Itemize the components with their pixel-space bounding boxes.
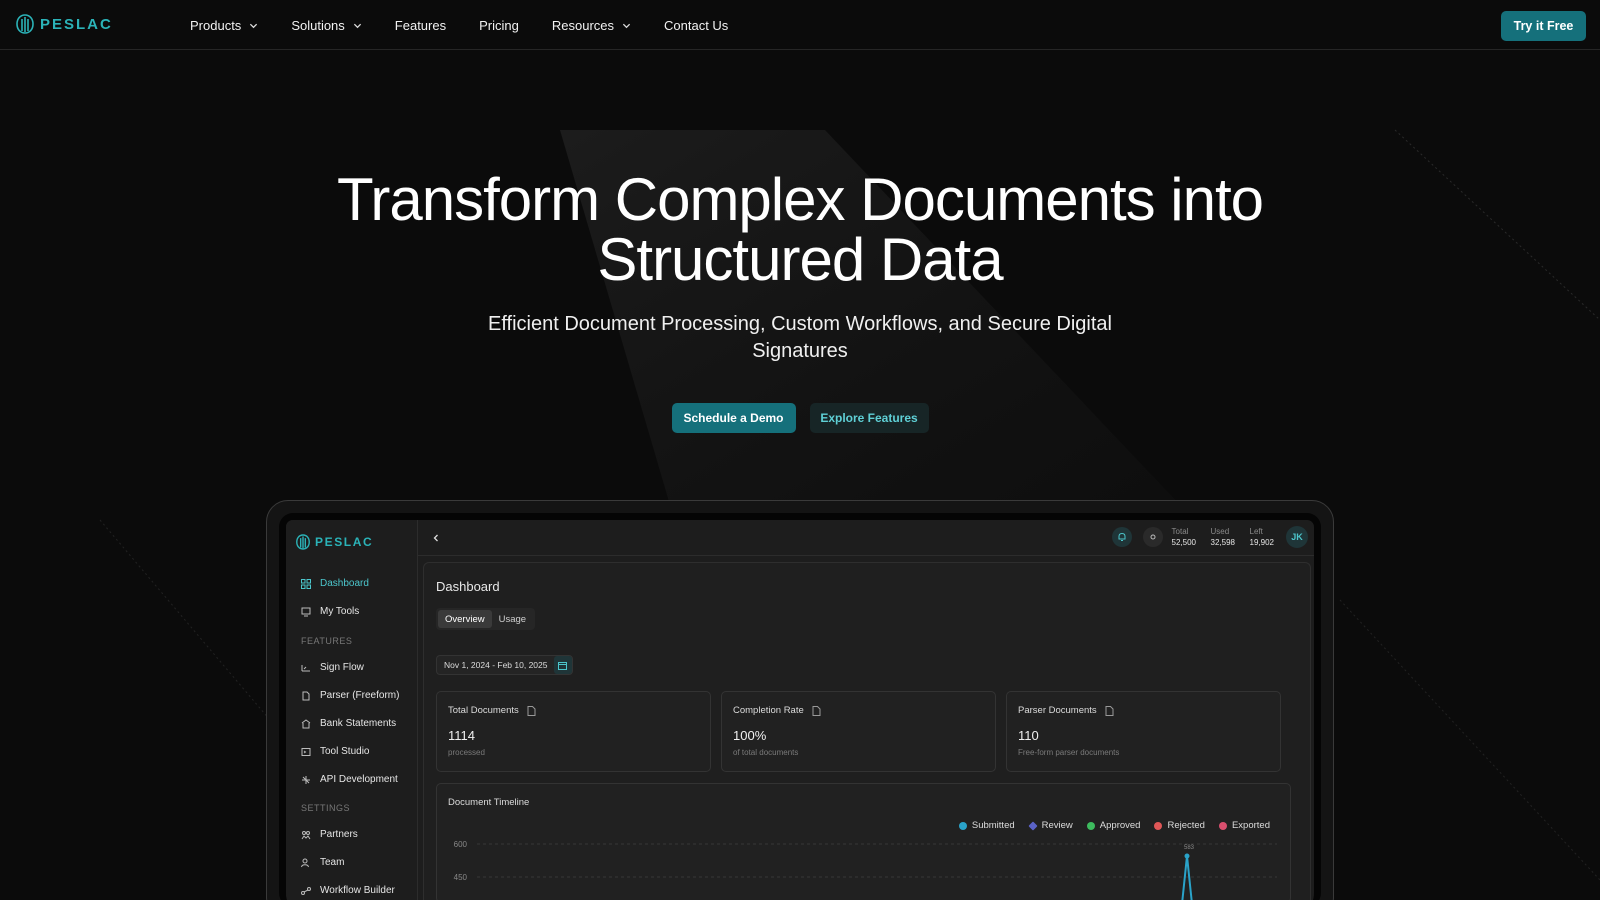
app-brand-name: PESLAC [315,535,374,549]
timeline-legend: Submitted Review Approved Rejected Expor… [958,820,1270,831]
stat-caption: processed [448,748,485,757]
brand-name: PESLAC [40,15,113,33]
sign-icon [301,664,310,671]
hero-title-line-1: Transform Complex Documents into [336,166,1264,233]
submitted-series-line [1181,855,1193,900]
nav-resources[interactable]: Resources [552,18,631,33]
nav-links: Products Solutions Features Pricing Reso… [190,0,761,50]
tab-usage[interactable]: Usage [492,610,533,628]
nav-pricing[interactable]: Pricing [479,18,519,33]
nav-products[interactable]: Products [190,18,258,33]
document-icon [527,705,536,716]
dashboard-icon [301,578,311,589]
stat-card-completion-rate: Completion Rate 100% of total documents [721,691,996,772]
stat-value: 110 [1018,728,1039,743]
chevron-left-icon [433,534,438,542]
nav-contact[interactable]: Contact Us [664,18,728,33]
partners-icon [301,830,311,839]
document-timeline-card: Document Timeline Submitted Review Appro… [436,783,1291,900]
peslac-logo-icon [296,534,310,550]
bank-icon [301,718,311,728]
stat-value: 100% [733,728,767,743]
page-title: Dashboard [436,579,500,594]
chevron-down-icon [353,23,361,28]
peak-point [1184,853,1190,859]
legend-rejected[interactable]: Rejected [1154,820,1205,831]
document-icon [812,705,821,716]
nav-features[interactable]: Features [395,18,446,33]
date-range-picker[interactable]: Nov 1, 2024 - Feb 10, 2025 [436,655,573,675]
sidebar-item-workflow-builder[interactable]: Workflow Builder [301,885,395,896]
quota-used: Used 32,598 [1210,527,1235,547]
api-icon [302,775,310,784]
app-sidebar: PESLAC Dashboard My Tools FEATURES Sign … [286,520,418,900]
app-topbar: Total 52,500 Used 32,598 Left 19,902 JK [418,520,1314,556]
top-nav: PESLAC Products Solutions Features Prici… [0,0,1600,50]
sidebar-item-team[interactable]: Team [301,857,344,868]
hero-subtitle: Efficient Document Processing, Custom Wo… [488,313,1112,362]
bell-icon [1118,532,1126,541]
legend-swatch [1154,821,1163,830]
chevron-down-icon [250,23,258,28]
notifications-button[interactable] [1112,527,1132,547]
stat-card-parser-documents: Parser Documents 110 Free-form parser do… [1006,691,1281,772]
sidebar-section-features: FEATURES [301,636,353,646]
stat-caption: of total documents [733,748,799,757]
document-icon [1105,705,1114,716]
avatar[interactable]: JK [1286,526,1308,548]
workflow-icon [301,886,311,895]
calendar-icon [553,656,572,674]
try-free-button[interactable]: Try it Free [1501,11,1586,41]
stat-caption: Free-form parser documents [1018,748,1120,757]
dashboard-panel: Dashboard Overview Usage Nov 1, 2024 - F… [423,562,1311,900]
team-icon [301,858,309,867]
sidebar-item-bank-statements[interactable]: Bank Statements [301,718,396,729]
hero-cta-row: Schedule a Demo Explore Features [0,403,1600,433]
dashboard-preview-frame: PESLAC Dashboard My Tools FEATURES Sign … [266,500,1334,900]
collapse-sidebar-button[interactable] [430,532,442,544]
tools-icon [301,607,311,616]
brand-logo[interactable]: PESLAC [16,14,113,34]
quota-left: Left 19,902 [1249,527,1274,547]
timeline-chart: 600 450 583 [454,840,1277,900]
dashboard-tabs: Overview Usage [436,608,536,630]
stat-card-total-documents: Total Documents 1114 processed [436,691,711,772]
sidebar-item-my-tools[interactable]: My Tools [301,606,359,617]
gear-icon [1150,534,1156,540]
schedule-demo-button[interactable]: Schedule a Demo [671,403,796,433]
document-icon [302,691,310,700]
tab-overview[interactable]: Overview [438,610,492,628]
sidebar-item-partners[interactable]: Partners [301,829,358,840]
sidebar-item-tool-studio[interactable]: Tool Studio [301,746,369,757]
y-tick-450: 450 [454,873,468,882]
legend-swatch [1086,821,1095,830]
legend-submitted[interactable]: Submitted [958,820,1015,831]
legend-review[interactable]: Review [1028,820,1073,831]
sidebar-item-dashboard[interactable]: Dashboard [301,578,369,589]
hero-title-line-2: Structured Data [597,226,1003,293]
quota-total: Total 52,500 [1171,527,1196,547]
nav-solutions[interactable]: Solutions [291,18,361,33]
peslac-logo-icon [16,14,34,34]
stat-value: 1114 [448,728,475,743]
studio-icon [301,747,311,756]
dashboard-preview: PESLAC Dashboard My Tools FEATURES Sign … [279,513,1321,900]
chevron-down-icon [622,23,631,28]
settings-button[interactable] [1143,527,1163,547]
sidebar-item-parser[interactable]: Parser (Freeform) [301,690,399,701]
hero-title: Transform Complex Documents into Structu… [0,170,1600,290]
legend-approved[interactable]: Approved [1086,820,1140,831]
sidebar-section-settings: SETTINGS [301,803,351,813]
app-brand-logo[interactable]: PESLAC [296,534,373,550]
legend-swatch [958,821,967,830]
legend-swatch [1218,821,1227,830]
explore-features-button[interactable]: Explore Features [809,403,929,433]
legend-exported[interactable]: Exported [1218,820,1270,831]
y-tick-600: 600 [454,840,468,849]
timeline-title: Document Timeline [448,797,530,808]
legend-swatch [1028,820,1038,831]
sidebar-item-sign-flow[interactable]: Sign Flow [301,662,364,673]
sidebar-item-api-development[interactable]: API Development [301,774,398,785]
peak-label: 583 [1184,845,1195,851]
